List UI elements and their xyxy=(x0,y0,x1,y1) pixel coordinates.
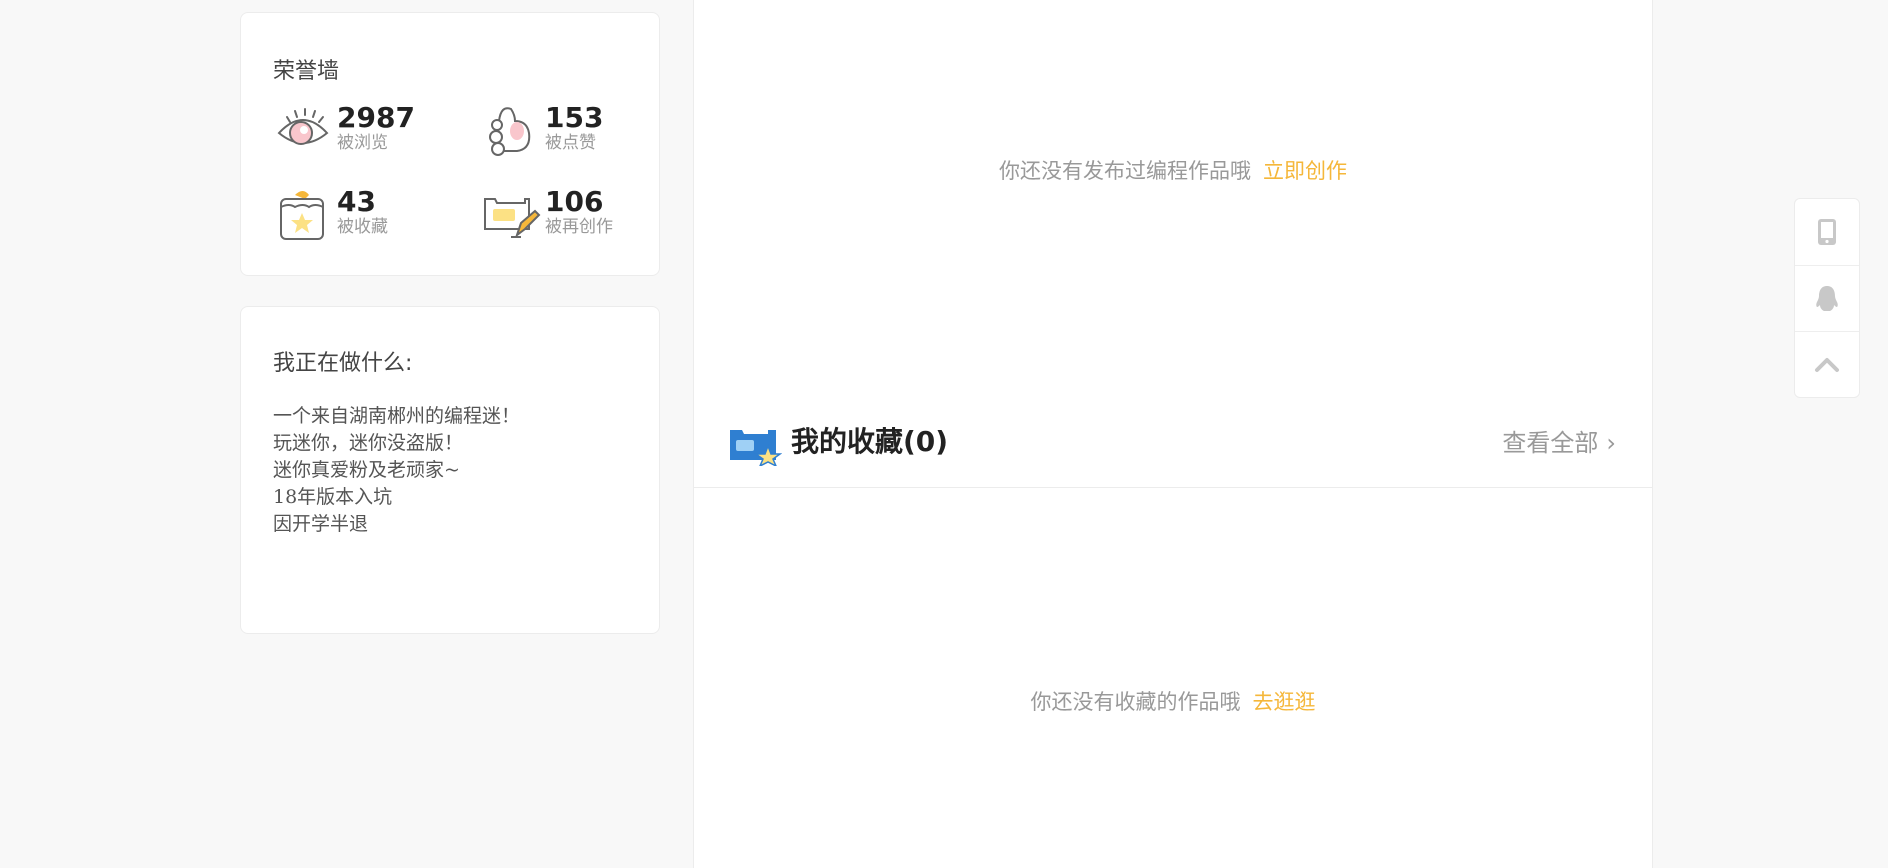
what-im-doing-title: 我正在做什么: xyxy=(273,351,413,376)
browse-link[interactable]: 去逛逛 xyxy=(1253,690,1316,714)
stat-recreations: 106 被再创作 xyxy=(481,183,661,243)
stat-favorites: 43 被收藏 xyxy=(273,183,453,243)
bio-line: 一个来自湖南郴州的编程迷！ xyxy=(273,405,521,427)
stat-views: 2987 被浏览 xyxy=(273,99,453,159)
stat-favorites-label: 被收藏 xyxy=(337,217,388,237)
favorite-box-icon xyxy=(280,191,324,240)
bio-line: 迷你真爱粉及老顽家~ xyxy=(273,459,460,481)
stat-likes-label: 被点赞 xyxy=(545,133,596,153)
honor-wall-title: 荣誉墙 xyxy=(273,59,340,84)
favorites-header: 我的收藏(0) 查看全部 › xyxy=(694,400,1652,488)
favorites-empty-state: 你还没有收藏的作品哦 去逛逛 xyxy=(694,686,1652,716)
stat-recreations-label: 被再创作 xyxy=(545,217,613,237)
recreate-icon xyxy=(484,198,541,238)
honor-wall-card: 荣誉墙 2987 被浏览 153 被点赞 43 被收藏 106 被再创作 xyxy=(240,12,660,276)
stat-views-value: 2987 xyxy=(337,101,415,134)
qq-penguin-icon xyxy=(1816,285,1838,311)
favorites-empty-text: 你还没有收藏的作品哦 xyxy=(1030,690,1241,714)
works-empty-text: 你还没有发布过编程作品哦 xyxy=(999,159,1251,183)
stat-favorites-value: 43 xyxy=(337,185,376,218)
bio-text: 一个来自湖南郴州的编程迷！ 玩迷你，迷你没盗版！ 迷你真爱粉及老顽家~ 18年版… xyxy=(273,403,520,538)
bio-line: 玩迷你，迷你没盗版！ xyxy=(273,432,464,454)
mobile-app-button[interactable] xyxy=(1795,199,1859,265)
works-empty-state: 你还没有发布过编程作品哦 立即创作 xyxy=(694,155,1652,185)
view-all-label: 查看全部 xyxy=(1502,429,1599,457)
favorites-folder-icon xyxy=(730,430,782,466)
stat-recreations-value: 106 xyxy=(545,185,604,218)
back-to-top-button[interactable] xyxy=(1795,331,1859,397)
bio-line: 因开学半退 xyxy=(273,513,369,535)
tablet-icon xyxy=(1818,219,1836,245)
like-icon xyxy=(489,107,531,156)
eye-icon xyxy=(277,108,329,145)
stat-likes-value: 153 xyxy=(545,101,604,134)
back-to-top-icon xyxy=(1815,357,1839,372)
bio-line: 18年版本入坑 xyxy=(273,486,393,508)
view-all-link[interactable]: 查看全部 › xyxy=(1502,426,1616,460)
side-toolbar xyxy=(1794,198,1860,398)
main-content: 你还没有发布过编程作品哦 立即创作 我的收藏(0) 查看全部 › 你还没有收藏的作品… xyxy=(693,0,1653,868)
chevron-right-icon: › xyxy=(1606,429,1616,457)
stat-likes: 153 被点赞 xyxy=(481,99,661,159)
what-im-doing-card: 我正在做什么: 一个来自湖南郴州的编程迷！ 玩迷你，迷你没盗版！ 迷你真爱粉及老… xyxy=(240,306,660,634)
stat-views-label: 被浏览 xyxy=(337,133,388,153)
create-now-link[interactable]: 立即创作 xyxy=(1263,159,1347,183)
qq-contact-button[interactable] xyxy=(1795,265,1859,331)
favorites-title: 我的收藏(0) xyxy=(791,425,949,458)
